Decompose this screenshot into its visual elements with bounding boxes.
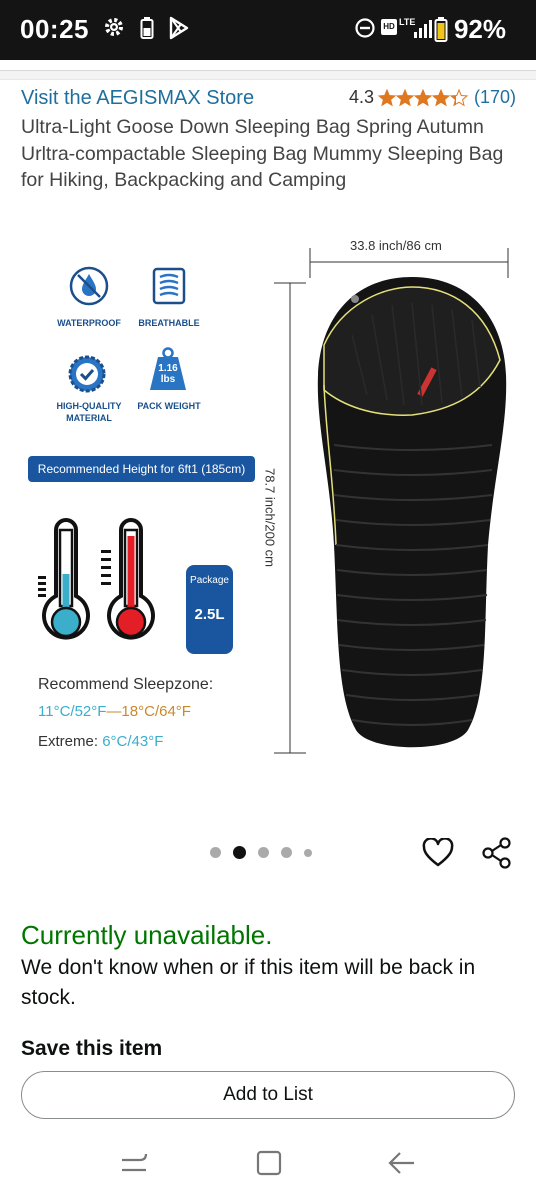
battery-percentage: 92% — [453, 14, 506, 44]
do-not-disturb-icon — [354, 16, 376, 45]
carousel-dot[interactable] — [281, 847, 292, 858]
package-value: 2.5L — [194, 606, 225, 623]
availability-status: Currently unavailable. — [21, 920, 273, 950]
height-recommendation-badge: Recommended Height for 6ft1 (185cm) — [28, 456, 255, 482]
heart-icon[interactable] — [422, 837, 454, 873]
sleeping-bag-illustration — [317, 277, 507, 748]
status-bar: 00:25 HD LTE 92% — [0, 0, 536, 60]
package-badge: Package 2.5L — [186, 565, 233, 654]
battery-icon — [434, 17, 448, 48]
availability-note: We don't know when or if this item will … — [21, 956, 476, 1009]
rating[interactable]: 4.3 (170) — [349, 87, 516, 108]
battery-small-icon — [140, 16, 154, 45]
carousel-dot[interactable] — [210, 847, 221, 858]
status-time: 00:25 — [20, 14, 89, 44]
play-store-icon — [168, 16, 190, 45]
sleepzone-low: 11°C/52°F — [38, 703, 107, 720]
back-icon[interactable] — [386, 1148, 416, 1183]
sleepzone-range: 11°C/52°F—18°C/64°F — [38, 703, 191, 720]
sleepzone-title: Recommend Sleepzone: — [38, 676, 214, 693]
length-dimension-label: 78.7 inch/200 cm — [262, 467, 278, 567]
scroll-divider — [0, 70, 536, 80]
width-dimension-label: 33.8 inch/86 cm — [350, 238, 442, 253]
package-label: Package — [190, 575, 229, 586]
home-icon[interactable] — [255, 1148, 283, 1183]
store-link[interactable]: Visit the AEGISMAX Store — [21, 87, 254, 110]
star-icons — [378, 89, 468, 106]
extreme-label: Extreme: — [38, 733, 99, 750]
product-title: Ultra-Light Goose Down Sleeping Bag Spri… — [21, 116, 504, 191]
rating-count[interactable]: (170) — [474, 87, 516, 108]
carousel-dot[interactable] — [258, 847, 269, 858]
gear-icon — [103, 16, 125, 43]
recent-apps-icon[interactable] — [120, 1148, 148, 1183]
carousel-dot[interactable] — [304, 848, 312, 857]
share-icon[interactable] — [481, 836, 513, 875]
signal-icon — [413, 18, 433, 45]
star-rating — [378, 89, 470, 107]
sleepzone-dash: — — [106, 703, 122, 720]
system-navigation-bar — [0, 1130, 536, 1200]
save-item-heading: Save this item — [21, 1037, 163, 1060]
extreme-value: 6°C/43°F — [102, 733, 164, 750]
sleepzone-high: 18°C/64°F — [121, 703, 191, 720]
carousel-indicator[interactable] — [210, 846, 324, 859]
add-to-list-button[interactable]: Add to List — [21, 1071, 515, 1119]
carousel-dot-active[interactable] — [233, 846, 246, 859]
hd-badge: HD — [381, 19, 397, 35]
rating-value: 4.3 — [348, 87, 374, 107]
extreme-temperature: Extreme: 6°C/43°F — [38, 733, 163, 750]
